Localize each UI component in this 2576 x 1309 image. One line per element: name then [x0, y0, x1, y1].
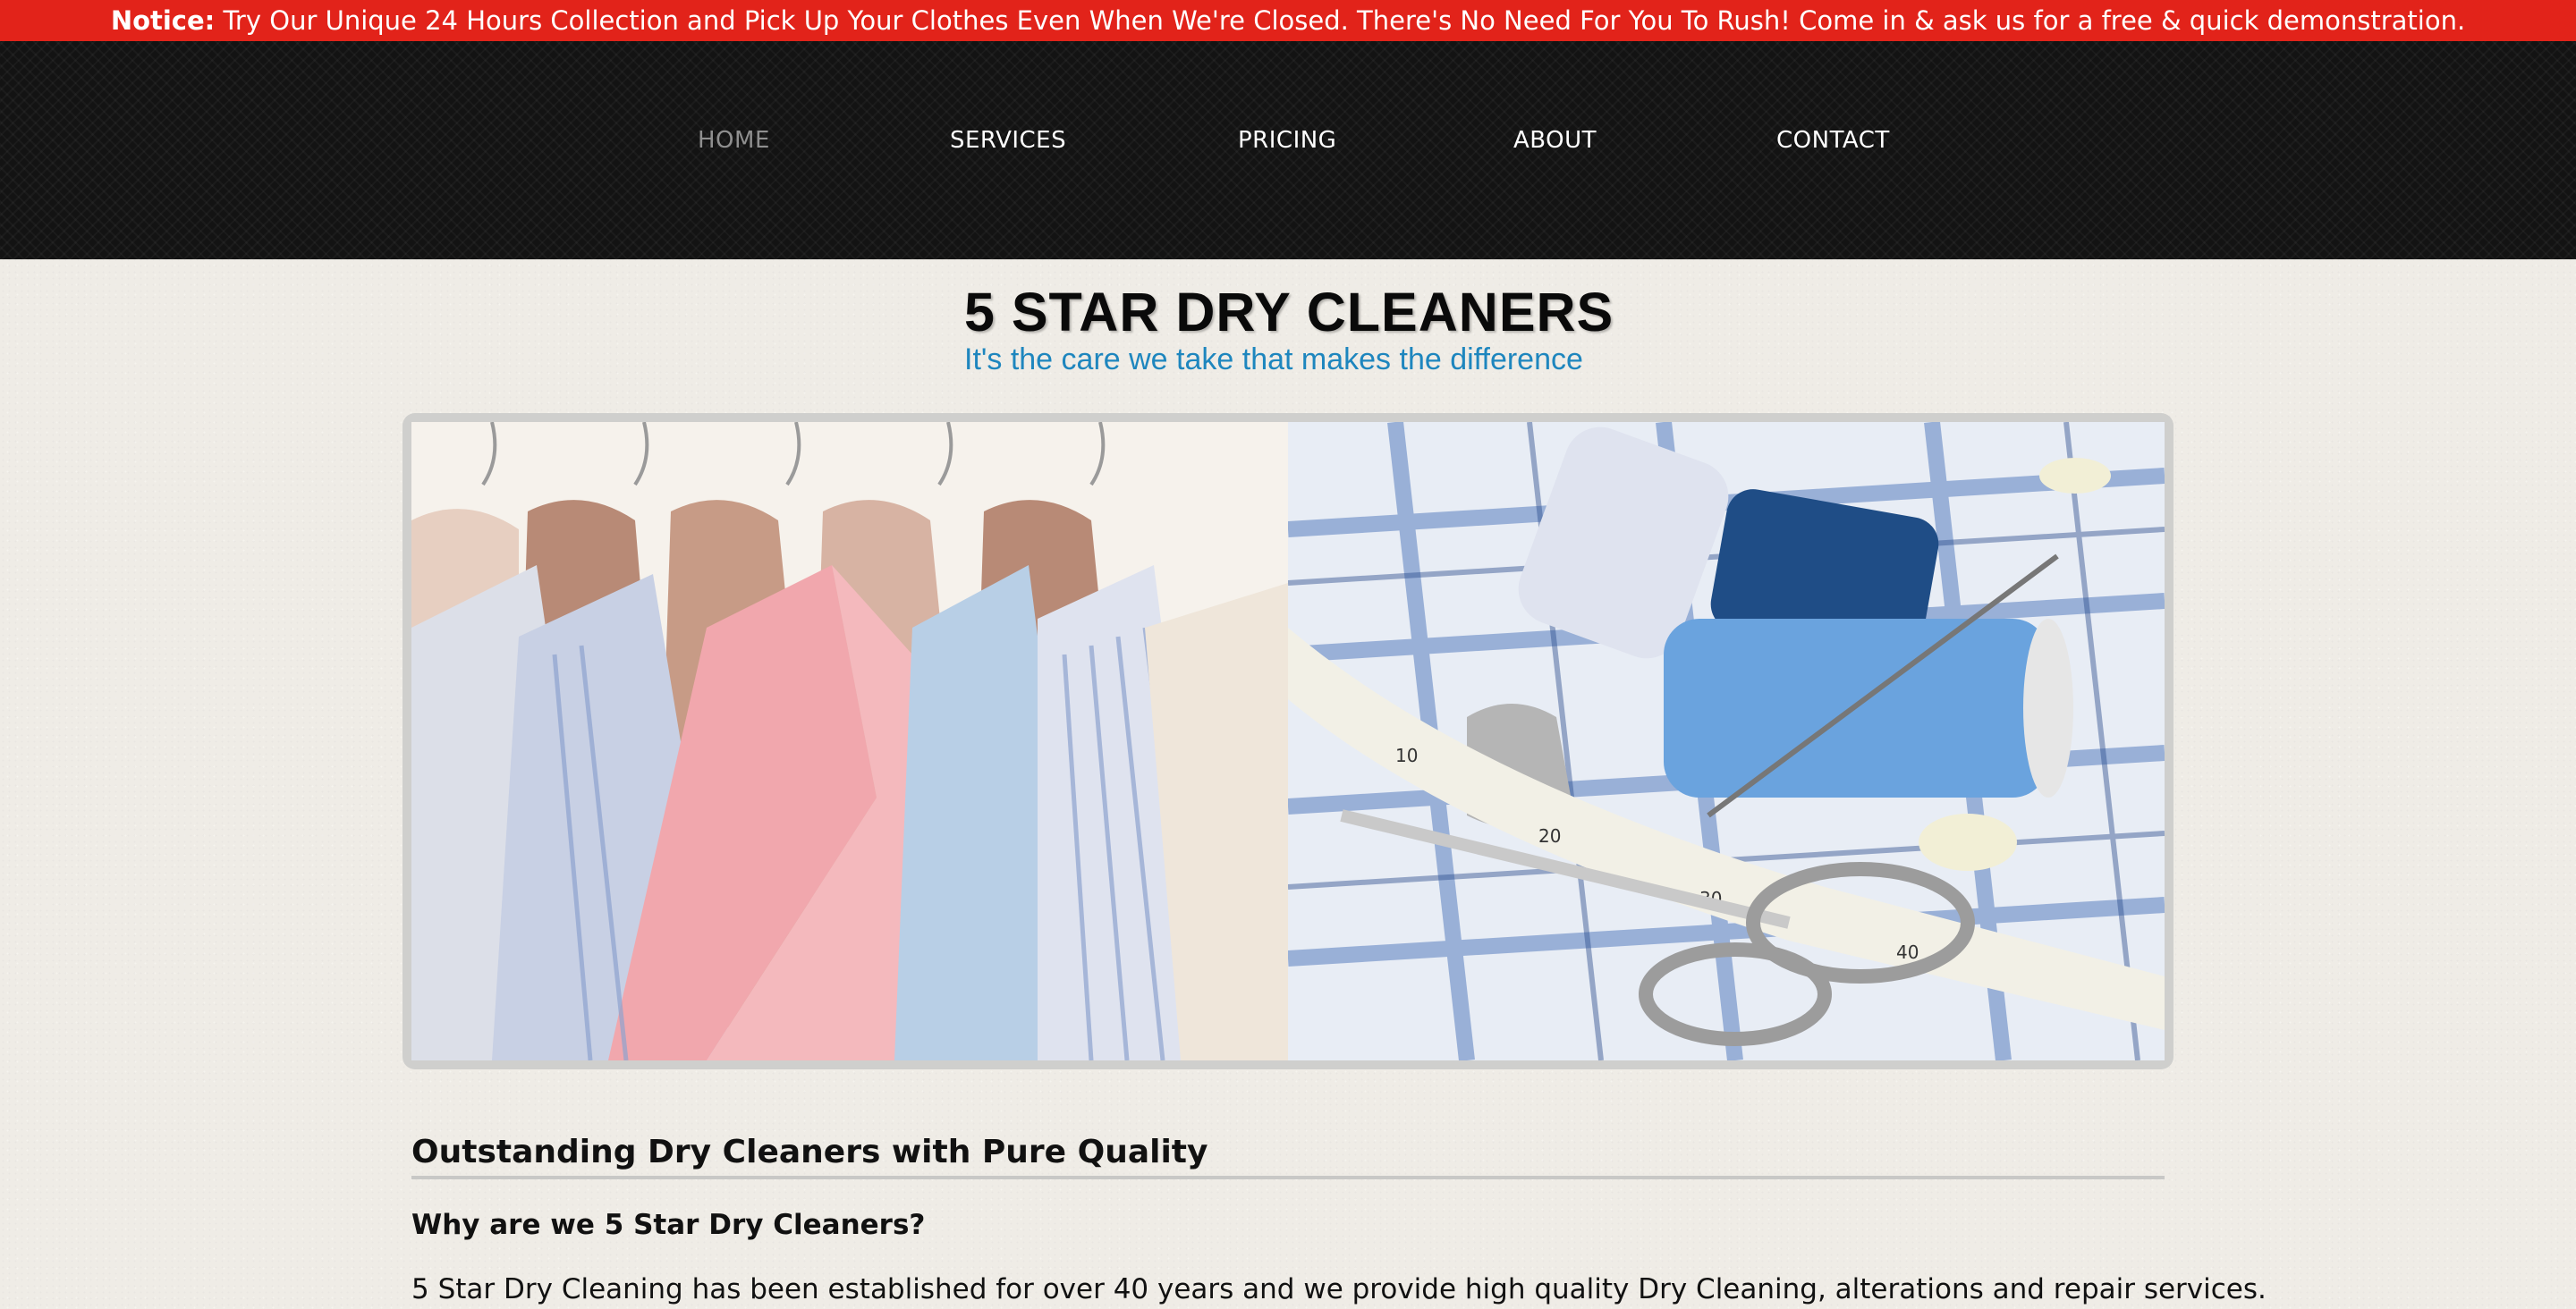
logo-title: 5 STAR DRY CLEANERS [964, 282, 1614, 342]
sewing-thread-scissors-tape-image: 10203040 [1288, 422, 2165, 1060]
main-navigation: HOME SERVICES PRICING ABOUT CONTACT [0, 41, 2576, 259]
nav-item-pricing[interactable]: PRICING [1238, 127, 1336, 154]
notice-text: Try Our Unique 24 Hours Collection and P… [223, 5, 2466, 36]
content-paragraph: 5 Star Dry Cleaning has been established… [411, 1273, 2267, 1305]
nav-item-home[interactable]: HOME [698, 127, 770, 154]
notice-label: Notice: [110, 5, 216, 36]
shirts-on-hangers-image [411, 422, 1288, 1060]
nav-item-services[interactable]: SERVICES [950, 127, 1066, 154]
logo-tagline: It's the care we take that makes the dif… [964, 342, 1583, 376]
notice-bar: Notice: Try Our Unique 24 Hours Collecti… [0, 0, 2576, 41]
nav-item-contact[interactable]: CONTACT [1776, 127, 1890, 154]
site-logo[interactable]: 5 STAR DRY CLEANERS It's the care we tak… [964, 282, 1614, 377]
svg-text:40: 40 [1896, 942, 1919, 963]
nav-item-about[interactable]: ABOUT [1513, 127, 1597, 154]
hero-slider: 10203040 [402, 413, 2174, 1069]
content-title: Outstanding Dry Cleaners with Pure Quali… [411, 1134, 2165, 1179]
svg-text:10: 10 [1395, 745, 1418, 766]
svg-text:20: 20 [1538, 825, 1561, 847]
content-subheading: Why are we 5 Star Dry Cleaners? [411, 1209, 926, 1241]
